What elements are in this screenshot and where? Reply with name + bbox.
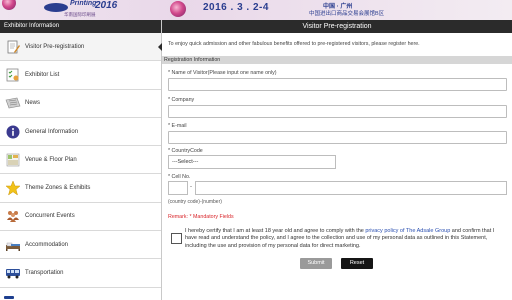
privacy-policy-link[interactable]: privacy policy of The Adsale Group	[365, 228, 450, 234]
mandatory-remark: Remark: * Mandatory Fields	[168, 214, 234, 220]
country-code-selected: ---Select---	[172, 159, 199, 165]
country-code-label: * CountryCode	[168, 148, 203, 154]
brand-subtitle: 华南国际印刷展	[64, 12, 96, 17]
sidebar-item-label: Theme Zones & Exhibits	[25, 185, 91, 192]
sidebar: Exhibitor Information Visitor Pre-regist…	[0, 20, 162, 300]
sidebar-item-exhibitor-list[interactable]: Exhibitor List	[0, 61, 161, 90]
star-icon	[5, 180, 21, 196]
cell-country-code-field[interactable]	[168, 181, 188, 195]
adsale-logo-icon	[44, 3, 68, 12]
brand-title: Printing	[70, 0, 97, 7]
brand-year: 2016	[95, 0, 118, 11]
sidebar-item-transportation[interactable]: Transportation	[0, 259, 161, 288]
sidebar-item-venue-floor-plan[interactable]: Venue & Floor Plan	[0, 146, 161, 175]
submit-button[interactable]: Submit	[300, 258, 332, 269]
sidebar-item-label: Visitor Pre-registration	[25, 43, 85, 50]
cell-dash: -	[190, 184, 192, 190]
sidebar-item-accommodation[interactable]: Accommodation	[0, 231, 161, 260]
sidebar-item-label: Transportation	[25, 270, 64, 277]
reset-button[interactable]: Reset	[341, 258, 373, 269]
flower-decoration-icon	[2, 0, 16, 10]
page-title: Visitor Pre-registration	[162, 20, 512, 33]
event-venue: 中国进出口商品交易会展馆B区	[309, 11, 385, 17]
consent-checkbox[interactable]	[171, 233, 182, 244]
intro-text: To enjoy quick admission and other fabul…	[168, 41, 420, 47]
floor-plan-icon	[5, 152, 21, 168]
sidebar-item-label: Accommodation	[25, 241, 69, 248]
top-banner: Printing 2016 华南国际印刷展 2016 . 3 . 2-4 中国 …	[0, 0, 512, 20]
sidebar-item-label: Exhibitor List	[25, 71, 60, 78]
brand-logo-area: Printing 2016 华南国际印刷展	[0, 0, 162, 20]
sidebar-item-visitor-pre-registration[interactable]: Visitor Pre-registration	[0, 33, 162, 62]
sidebar-item-theme-zones-exhibits[interactable]: Theme Zones & Exhibits	[0, 174, 161, 203]
name-label: * Name of Visitor(Please input one name …	[168, 70, 277, 76]
name-field[interactable]	[168, 78, 507, 91]
sidebar-item-concurrent-events[interactable]: Concurrent Events	[0, 203, 161, 232]
section-title: Registration Information	[162, 56, 512, 64]
partial-icon	[4, 296, 14, 299]
sidebar-item-news[interactable]: News	[0, 90, 161, 118]
cell-format-hint: (country code)-(number)	[168, 199, 222, 205]
newspaper-icon	[5, 95, 21, 111]
email-label: * E-mail	[168, 123, 187, 129]
consent-text-part: I hereby certify that I am at least 18 y…	[185, 228, 366, 234]
sidebar-item-general-information[interactable]: General Information	[0, 118, 161, 147]
sidebar-item-label: General Information	[25, 128, 79, 135]
email-field[interactable]	[168, 131, 507, 144]
consent-text: I hereby certify that I am at least 18 y…	[185, 228, 507, 250]
company-label: * Company	[168, 97, 195, 103]
bed-icon	[5, 237, 21, 253]
company-field[interactable]	[168, 105, 507, 118]
country-code-select[interactable]: ---Select---	[168, 155, 336, 169]
document-pen-icon	[5, 39, 21, 55]
info-icon	[5, 124, 21, 140]
sidebar-item-label: Venue & Floor Plan	[25, 156, 77, 163]
cell-number-field[interactable]	[195, 181, 507, 195]
sidebar-item-label: News	[25, 100, 41, 107]
sidebar-header: Exhibitor Information	[0, 20, 161, 33]
bus-icon	[5, 265, 21, 281]
main-panel: Visitor Pre-registration To enjoy quick …	[162, 20, 512, 300]
event-date: 2016 . 3 . 2-4	[203, 2, 269, 13]
checklist-icon	[5, 67, 21, 83]
sidebar-item-label: Concurrent Events	[25, 213, 75, 220]
flower-decoration-icon	[170, 1, 186, 17]
people-icon	[5, 208, 21, 224]
cell-no-label: * Cell No.	[168, 174, 191, 180]
